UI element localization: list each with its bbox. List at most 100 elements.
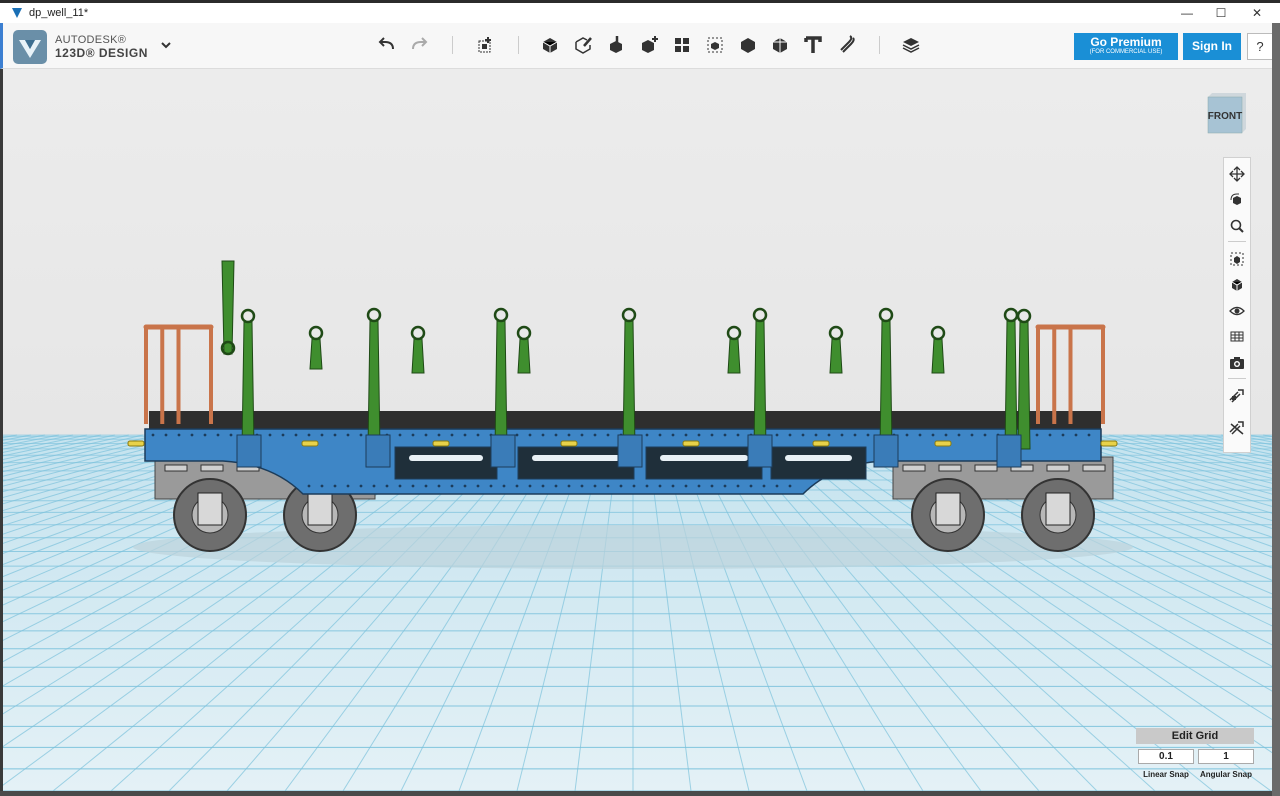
close-button[interactable]: ✕	[1240, 3, 1274, 23]
toolbar-divider	[879, 36, 880, 54]
grid-settings-panel: Edit Grid 0.1 1 Linear Snap Angular Snap	[1136, 727, 1258, 785]
rivet	[710, 433, 714, 437]
grid-visibility-icon[interactable]	[1229, 420, 1245, 436]
angular-snap-label: Angular Snap	[1199, 770, 1252, 779]
rivet	[476, 433, 480, 437]
brand-line2: 123D® DESIGN	[55, 46, 148, 60]
perspective-icon[interactable]	[1229, 277, 1245, 293]
sign-in-button[interactable]: Sign In	[1183, 33, 1241, 60]
stake	[411, 338, 425, 374]
measure-icon[interactable]	[769, 34, 791, 56]
rivet	[775, 484, 779, 488]
rivet	[190, 433, 194, 437]
rivet	[684, 433, 688, 437]
brand-logo-icon[interactable]	[13, 30, 47, 64]
frame-slot	[409, 455, 483, 461]
rivet	[515, 433, 519, 437]
rivet	[515, 484, 519, 488]
rivet	[1035, 433, 1039, 437]
primitives-icon[interactable]	[539, 34, 561, 56]
brand-line1: AUTODESK®	[55, 34, 127, 46]
stake-pocket	[617, 434, 643, 468]
bracket	[1100, 440, 1118, 447]
stake	[494, 320, 508, 450]
stake-pocket	[996, 434, 1022, 468]
frame-opening	[394, 446, 498, 480]
rivet	[359, 433, 363, 437]
rivet	[580, 484, 584, 488]
rivet	[450, 433, 454, 437]
pan-icon[interactable]	[1229, 166, 1245, 182]
snapshot-icon[interactable]	[1229, 355, 1245, 371]
rivet	[827, 433, 831, 437]
3d-viewport[interactable]: FRONT Edit Grid 0.1 1 Linear Snap Angula…	[3, 69, 1272, 791]
frame-slot	[532, 455, 620, 461]
rivet	[593, 433, 597, 437]
snap-icon[interactable]	[835, 34, 857, 56]
visibility-icon[interactable]	[1229, 303, 1245, 319]
rivet	[450, 484, 454, 488]
rivet	[281, 433, 285, 437]
rivet	[528, 484, 532, 488]
rivet	[372, 484, 376, 488]
scene-canvas[interactable]	[3, 69, 1272, 791]
chevron-down-icon[interactable]	[158, 37, 174, 53]
redo-icon[interactable]	[408, 34, 430, 56]
transform-icon[interactable]	[474, 34, 496, 56]
materials-icon[interactable]	[1229, 329, 1245, 345]
go-premium-sublabel: (FOR COMMERCIAL USE)	[1089, 49, 1163, 55]
construct-icon[interactable]	[605, 34, 627, 56]
window-bottom-edge	[0, 791, 1272, 796]
rivet	[866, 433, 870, 437]
text-icon[interactable]	[802, 34, 824, 56]
rivet	[957, 433, 961, 437]
frame-opening	[645, 446, 763, 480]
toolbar-divider	[452, 36, 453, 54]
edit-grid-button[interactable]: Edit Grid	[1136, 728, 1254, 744]
rivet	[749, 484, 753, 488]
rivet	[346, 433, 350, 437]
rivet	[424, 433, 428, 437]
go-premium-button[interactable]: Go Premium (FOR COMMERCIAL USE)	[1074, 33, 1178, 60]
combine-icon[interactable]	[737, 34, 759, 56]
modify-icon[interactable]	[638, 34, 660, 56]
rivet	[463, 433, 467, 437]
help-button[interactable]: ?	[1247, 33, 1273, 60]
stake-pocket	[747, 434, 773, 468]
bracket	[934, 440, 952, 447]
sketch-icon[interactable]	[572, 34, 594, 56]
fit-icon[interactable]	[1229, 251, 1245, 267]
rivet	[489, 484, 493, 488]
spring-leaf	[974, 464, 998, 472]
rivet	[437, 484, 441, 488]
maximize-button[interactable]: ☐	[1204, 3, 1238, 23]
minimize-button[interactable]: —	[1170, 3, 1204, 23]
spring-leaf	[1082, 464, 1106, 472]
sky-background	[3, 69, 1272, 435]
stake	[241, 321, 255, 450]
rivet	[619, 484, 623, 488]
spring-leaf	[1046, 464, 1070, 472]
rivet	[177, 433, 181, 437]
linear-snap-input[interactable]: 0.1	[1138, 749, 1194, 764]
rivet	[918, 433, 922, 437]
rivet	[411, 484, 415, 488]
stake	[829, 338, 843, 374]
rivet	[801, 433, 805, 437]
rivet	[463, 484, 467, 488]
material-icon[interactable]	[900, 34, 922, 56]
stake	[931, 338, 945, 374]
grid-snap-icon[interactable]	[1229, 388, 1245, 404]
undo-icon[interactable]	[376, 34, 398, 56]
rivet	[944, 433, 948, 437]
viewcube[interactable]: FRONT	[1206, 91, 1248, 135]
orbit-icon[interactable]	[1229, 192, 1245, 208]
rivet	[658, 484, 662, 488]
zoom-icon[interactable]	[1229, 218, 1245, 234]
rivet	[203, 433, 207, 437]
rivet	[424, 484, 428, 488]
group-icon[interactable]	[704, 34, 726, 56]
angular-snap-input[interactable]: 1	[1198, 749, 1254, 764]
app-logo-icon	[12, 8, 22, 18]
pattern-icon[interactable]	[671, 34, 693, 56]
